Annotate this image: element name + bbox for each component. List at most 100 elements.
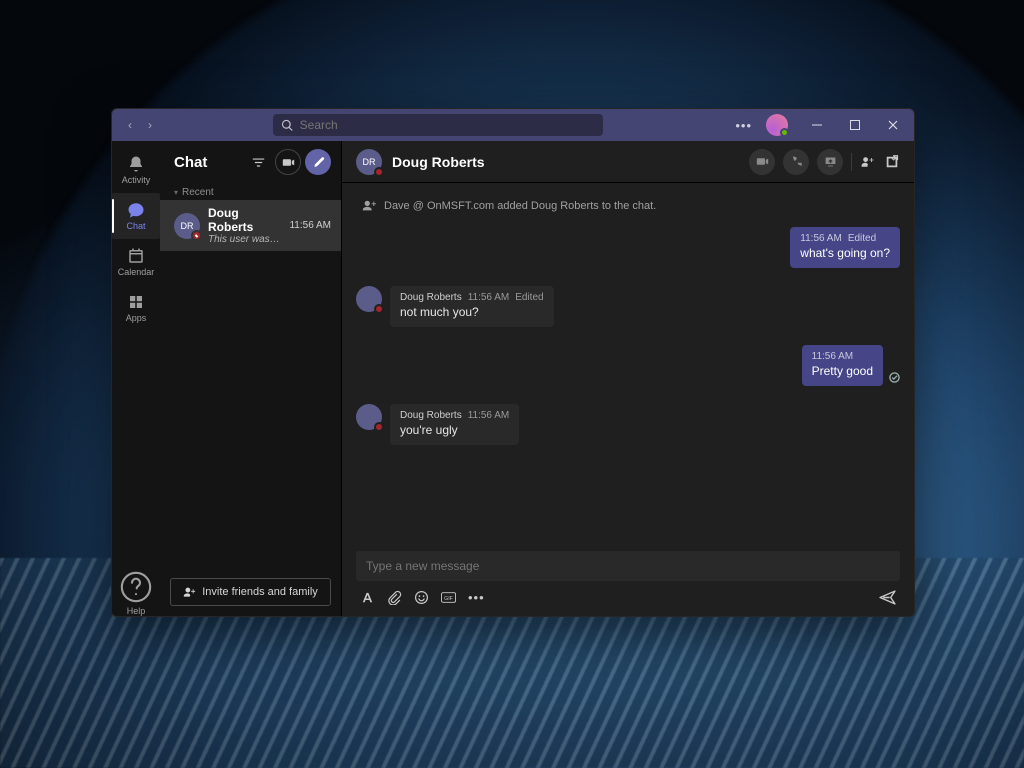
blocked-badge-icon — [374, 422, 384, 432]
message-bubble[interactable]: 11:56 AM Pretty good — [802, 345, 883, 386]
compose-input[interactable] — [366, 559, 890, 573]
messages-area[interactable]: Dave @ OnMSFT.com added Doug Roberts to … — [342, 183, 914, 543]
paperclip-icon — [387, 590, 402, 605]
searchbar[interactable] — [273, 114, 603, 136]
chat-icon — [127, 201, 145, 219]
message-bubble[interactable]: 11:56 AM Edited what's going on? — [790, 227, 900, 268]
people-add-icon — [860, 154, 876, 170]
recent-section-label[interactable]: ▾ Recent — [160, 183, 341, 200]
back-button[interactable]: ‹ — [122, 117, 138, 133]
chat-item-time: 11:56 AM — [289, 220, 331, 231]
current-user-avatar[interactable] — [766, 114, 788, 136]
close-button[interactable] — [876, 109, 910, 141]
more-compose-button[interactable]: ••• — [468, 590, 485, 605]
invite-friends-button[interactable]: Invite friends and family — [170, 578, 331, 606]
audio-call-button[interactable] — [783, 149, 809, 175]
format-icon — [360, 590, 375, 605]
presence-available-icon — [780, 128, 789, 137]
emoji-button[interactable] — [414, 590, 429, 605]
screenshare-button[interactable] — [817, 149, 843, 175]
add-people-button[interactable] — [860, 154, 876, 170]
gif-button[interactable]: GIF — [441, 590, 456, 605]
format-button[interactable] — [360, 590, 375, 605]
titlebar[interactable]: ‹ › ••• — [112, 109, 914, 141]
compose-box[interactable] — [356, 551, 900, 581]
message-row: Doug Roberts 11:56 AM Edited not much yo… — [356, 286, 900, 327]
video-icon — [756, 155, 769, 168]
message-time: 11:56 AM — [800, 233, 842, 244]
blocked-badge-icon — [374, 304, 384, 314]
chat-list-item-doug[interactable]: DR Doug Roberts This user was blocked 11… — [160, 200, 341, 251]
search-wrap — [273, 114, 603, 136]
message-sender: Doug Roberts — [400, 292, 462, 303]
rail-apps[interactable]: Apps — [112, 285, 160, 331]
rail-help[interactable]: Help — [112, 570, 160, 616]
app-rail: Activity Chat Calendar Apps Help — [112, 141, 160, 616]
screenshare-icon — [824, 155, 837, 168]
nav-arrows: ‹ › — [112, 117, 168, 133]
emoji-icon — [414, 590, 429, 605]
chat-list-header: Chat — [160, 141, 341, 183]
teams-window: ‹ › ••• — [111, 108, 915, 617]
titlebar-right: ••• — [727, 109, 914, 141]
message-row: Doug Roberts 11:56 AM you're ugly — [356, 404, 900, 445]
message-meta: Doug Roberts 11:56 AM Edited — [400, 292, 544, 303]
bell-icon — [127, 155, 145, 173]
blocked-badge-icon — [191, 230, 202, 241]
message-row: 11:56 AM Pretty good — [356, 345, 900, 386]
conv-avatar[interactable]: DR — [356, 149, 382, 175]
rail-activity[interactable]: Activity — [112, 147, 160, 193]
rail-calendar[interactable]: Calendar — [112, 239, 160, 285]
message-text: not much you? — [400, 305, 544, 319]
minimize-button[interactable] — [800, 109, 834, 141]
forward-button[interactable]: › — [142, 117, 158, 133]
compose-icon — [312, 156, 325, 169]
gif-icon: GIF — [441, 590, 456, 605]
message-text: Pretty good — [812, 364, 873, 378]
attach-button[interactable] — [387, 590, 402, 605]
chat-list-title: Chat — [174, 154, 245, 171]
caret-down-icon: ▾ — [174, 188, 178, 197]
video-icon — [282, 156, 295, 169]
message-bubble[interactable]: Doug Roberts 11:56 AM Edited not much yo… — [390, 286, 554, 327]
message-time: 11:56 AM — [468, 410, 510, 421]
maximize-button[interactable] — [838, 109, 872, 141]
rail-chat[interactable]: Chat — [112, 193, 160, 239]
system-notice-text: Dave @ OnMSFT.com added Doug Roberts to … — [384, 200, 656, 212]
video-call-button[interactable] — [749, 149, 775, 175]
send-button[interactable] — [879, 589, 896, 606]
meet-now-button[interactable] — [275, 149, 301, 175]
compose-toolbar: GIF ••• — [356, 581, 900, 606]
filter-button[interactable] — [245, 149, 271, 175]
apps-icon — [127, 293, 145, 311]
help-icon — [119, 570, 153, 604]
divider — [851, 153, 852, 171]
message-meta: Doug Roberts 11:56 AM — [400, 410, 509, 421]
people-add-icon — [183, 586, 196, 599]
chat-item-meta: Doug Roberts This user was blocked — [208, 206, 281, 245]
message-meta: 11:56 AM Edited — [800, 233, 890, 244]
composer: GIF ••• — [342, 543, 914, 616]
svg-text:GIF: GIF — [444, 596, 453, 602]
message-avatar[interactable] — [356, 404, 382, 430]
message-time: 11:56 AM — [812, 351, 854, 362]
message-text: you're ugly — [400, 423, 509, 437]
rail-help-label: Help — [127, 606, 146, 616]
edited-label: Edited — [515, 292, 543, 303]
message-row: 11:56 AM Edited what's going on? — [356, 227, 900, 268]
message-sender: Doug Roberts — [400, 410, 462, 421]
chat-item-initials: DR — [181, 221, 194, 231]
search-input[interactable] — [300, 118, 595, 132]
filter-icon — [252, 156, 265, 169]
message-avatar[interactable] — [356, 286, 382, 312]
chat-item-subtitle: This user was blocked — [208, 234, 281, 245]
conv-avatar-initials: DR — [363, 157, 376, 167]
recent-label-text: Recent — [182, 187, 214, 198]
rail-chat-label: Chat — [126, 221, 145, 231]
person-add-icon — [362, 199, 376, 213]
window-body: Activity Chat Calendar Apps Help — [112, 141, 914, 616]
open-panel-button[interactable] — [884, 154, 900, 170]
message-bubble[interactable]: Doug Roberts 11:56 AM you're ugly — [390, 404, 519, 445]
new-chat-button[interactable] — [305, 149, 331, 175]
more-options-button[interactable]: ••• — [727, 118, 760, 133]
